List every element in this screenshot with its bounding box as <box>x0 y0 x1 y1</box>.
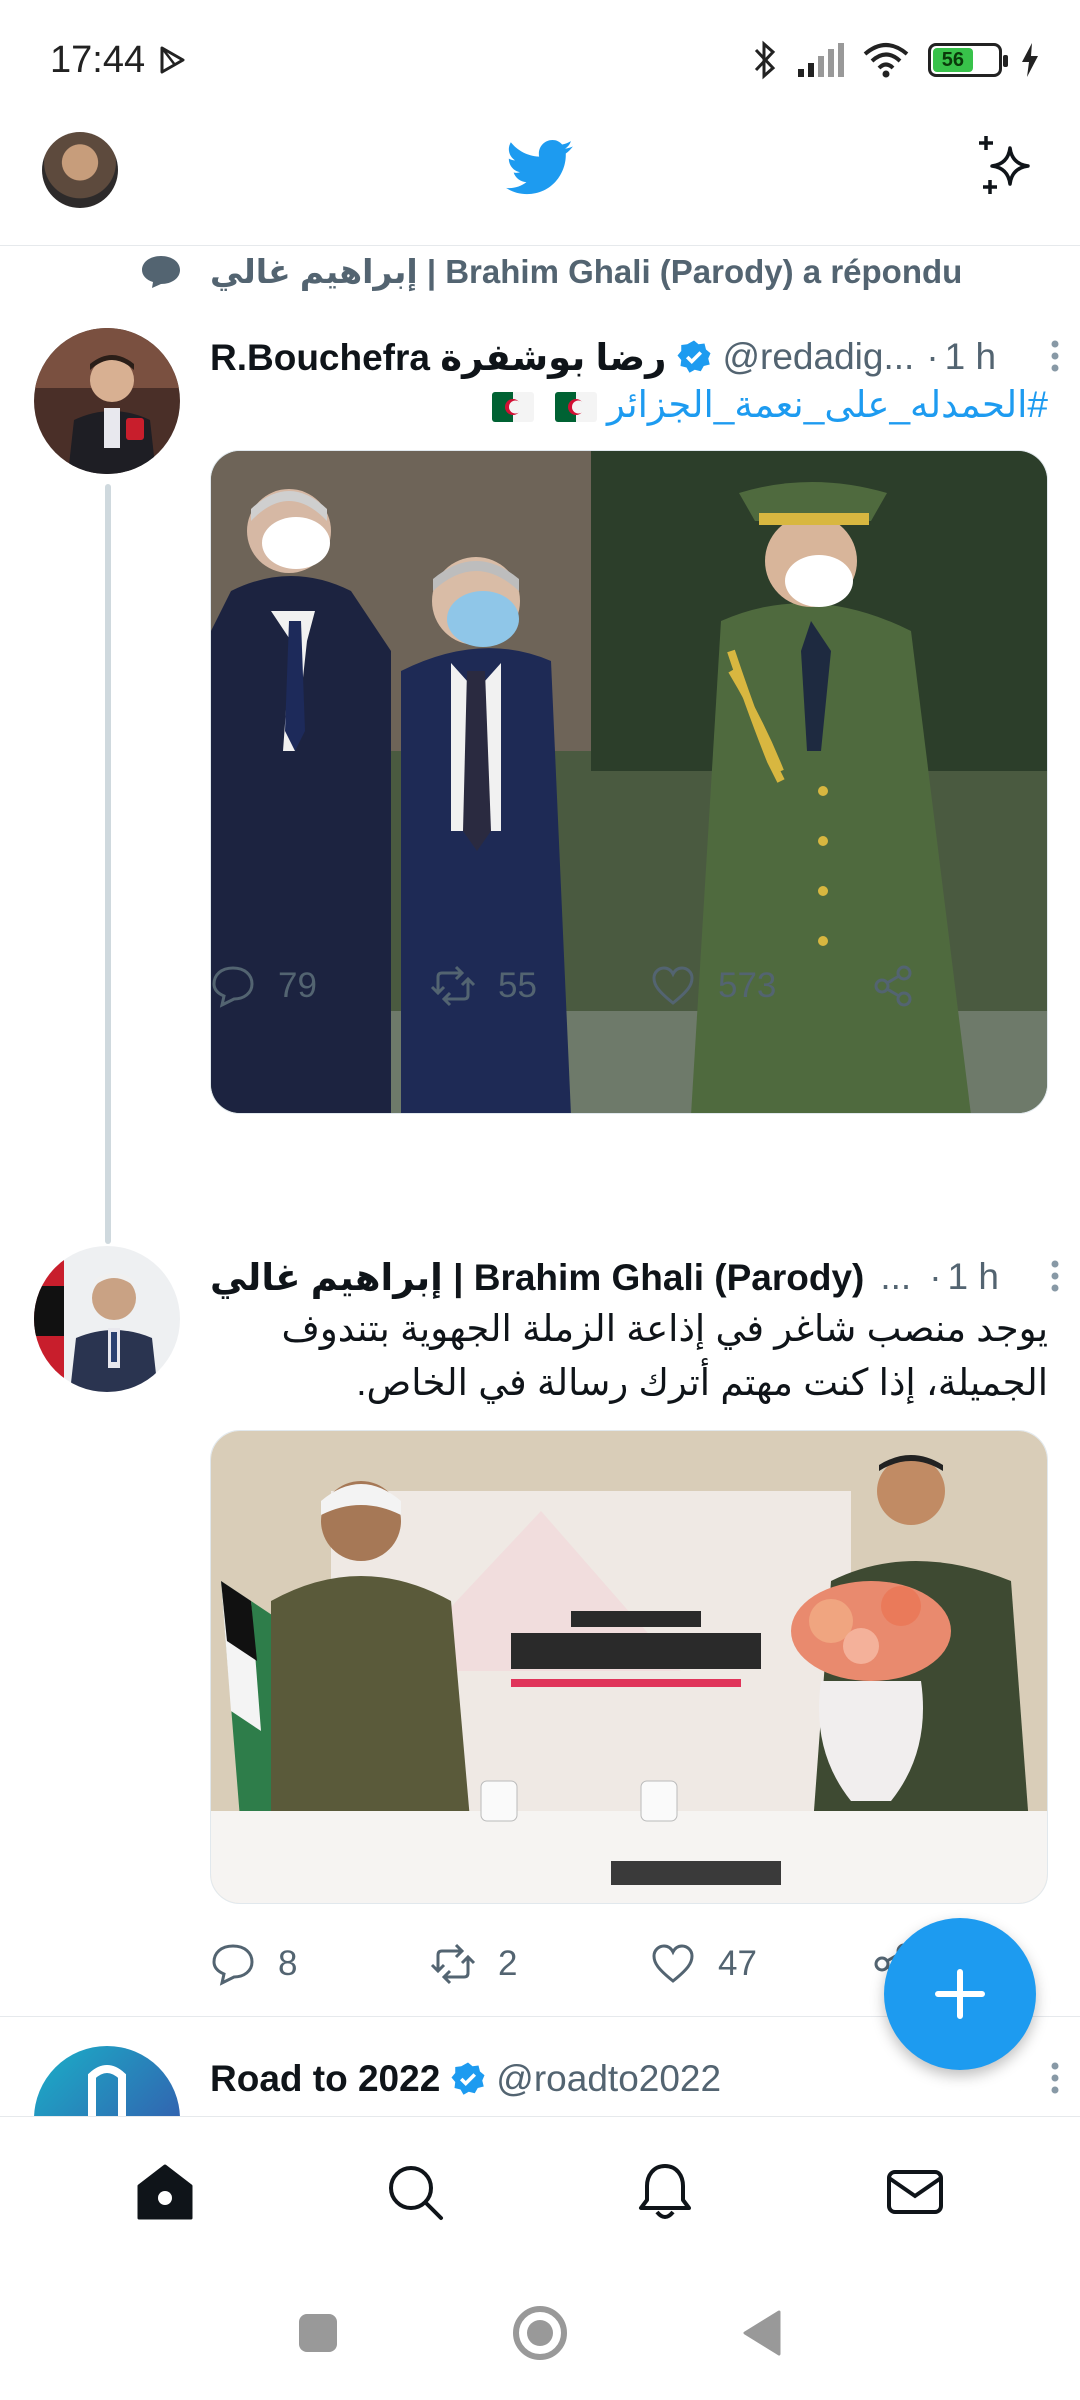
tweet-actions: 79 55 573 <box>210 956 950 1016</box>
algeria-flag-icon <box>492 392 535 423</box>
author-handle[interactable]: @roadto2022 <box>496 2058 721 2100</box>
battery-level: 56 <box>933 48 973 72</box>
heart-icon <box>652 1944 694 1983</box>
tab-home[interactable] <box>125 2152 205 2232</box>
sparkle-icon[interactable] <box>972 132 1042 202</box>
reply-icon <box>212 1944 254 1986</box>
compose-tweet-button[interactable] <box>884 1918 1036 2070</box>
tweet-text: يوجد منصب شاغر في إذاعة الزملة الجهوية ب… <box>281 1308 1048 1403</box>
mail-icon <box>887 2169 943 2214</box>
bottom-tab-bar <box>0 2116 1080 2266</box>
reply-count: 79 <box>278 966 317 1005</box>
more-options-icon[interactable] <box>1040 1256 1070 1296</box>
tab-notifications[interactable] <box>625 2152 705 2232</box>
retweet-icon <box>430 965 476 1007</box>
verified-badge-icon <box>451 2062 485 2095</box>
tweet[interactable]: R.Bouchefra رضا بوشفرة @redadig... · 1 h… <box>0 326 1080 1114</box>
home-nav-icon[interactable] <box>511 2304 569 2362</box>
like-button[interactable]: 47 <box>650 1941 870 1987</box>
hashtag-link[interactable]: #الحمدله_على_نعمة_الجزائر <box>607 384 1048 425</box>
wifi-icon <box>863 43 909 78</box>
bell-icon <box>639 2163 691 2219</box>
author-handle[interactable]: ... <box>880 1256 911 1298</box>
avatar-photo <box>34 328 180 474</box>
signal-icon <box>798 43 844 77</box>
algeria-flag-icon <box>554 392 597 423</box>
heart-icon <box>652 966 694 1005</box>
retweet-icon <box>430 1943 476 1985</box>
reply-icon <box>212 966 254 1008</box>
like-count: 47 <box>718 1944 757 1983</box>
reply-context-text: إبراهيم غالي | Brahim Ghali (Parody) a r… <box>210 253 963 290</box>
like-button[interactable]: 573 <box>650 963 870 1009</box>
tweet-actions: 8 2 47 <box>210 1934 950 1994</box>
plus-icon <box>935 1969 985 2019</box>
author-name[interactable]: R.Bouchefra رضا بوشفرة <box>210 336 666 379</box>
tweet-header: إبراهيم غالي | Brahim Ghali (Parody) ...… <box>210 1252 1070 1302</box>
retweet-count: 55 <box>498 966 537 1005</box>
retweet-button[interactable]: 55 <box>430 963 650 1009</box>
tweet-header: R.Bouchefra رضا بوشفرة @redadig... · 1 h <box>210 332 1070 382</box>
clock: 17:44 <box>50 38 146 81</box>
charging-icon <box>1022 43 1038 77</box>
tweet-actions <box>210 1174 950 1234</box>
tab-search[interactable] <box>375 2152 455 2232</box>
tweet-text: #الحمدله_على_نعمة_الجزائر <box>210 378 1048 432</box>
profile-avatar[interactable] <box>42 132 118 208</box>
verified-badge-icon <box>677 340 711 373</box>
more-options-icon[interactable] <box>1040 336 1070 376</box>
reply-button[interactable]: 79 <box>210 963 430 1009</box>
author-name[interactable]: إبراهيم غالي | Brahim Ghali (Parody) <box>210 1256 864 1299</box>
status-right: 56 <box>752 40 1040 80</box>
tab-messages[interactable] <box>875 2152 955 2232</box>
back-icon[interactable] <box>739 2308 785 2358</box>
battery-icon: 56 <box>928 43 1008 77</box>
bluetooth-icon <box>754 40 776 80</box>
separator-dot: · <box>926 336 939 377</box>
author-name[interactable]: Road to 2022 <box>210 2058 440 2100</box>
app-header <box>0 120 1080 246</box>
tweet-time: 1 h <box>947 1256 999 1297</box>
search-icon <box>389 2165 443 2220</box>
twitter-bird-icon[interactable] <box>506 138 574 198</box>
recents-icon[interactable] <box>295 2310 341 2356</box>
tweet-avatar[interactable] <box>34 1246 180 1392</box>
avatar-photo <box>34 1246 180 1392</box>
share-icon <box>874 965 912 1007</box>
retweet-button[interactable]: 2 <box>430 1941 650 1987</box>
play-store-icon <box>160 46 185 74</box>
photo-radio-studio <box>211 1431 1047 1903</box>
reply-context[interactable]: إبراهيم غالي | Brahim Ghali (Parody) a r… <box>140 252 962 291</box>
retweet-count: 2 <box>498 1944 518 1983</box>
system-navigation-bar <box>0 2266 1080 2400</box>
author-handle[interactable]: @redadig... <box>722 336 914 378</box>
separator-dot: · <box>929 1256 942 1297</box>
tweet-avatar[interactable] <box>34 328 180 474</box>
timeline-feed[interactable]: إبراهيم غالي | Brahim Ghali (Parody) a r… <box>0 246 1080 2116</box>
reply-bubble-icon <box>142 255 180 288</box>
more-options-icon[interactable] <box>1040 2058 1070 2098</box>
home-icon <box>137 2164 193 2219</box>
share-button[interactable] <box>870 963 950 1009</box>
tweet-image[interactable] <box>210 1430 1048 1904</box>
status-left: 17:44 <box>50 39 187 82</box>
status-bar: 17:44 56 <box>0 0 1080 120</box>
reply-button[interactable]: 8 <box>210 1941 430 1987</box>
tweet-time: 1 h <box>944 336 997 377</box>
like-count: 573 <box>718 966 777 1005</box>
reply-count: 8 <box>278 1944 298 1983</box>
